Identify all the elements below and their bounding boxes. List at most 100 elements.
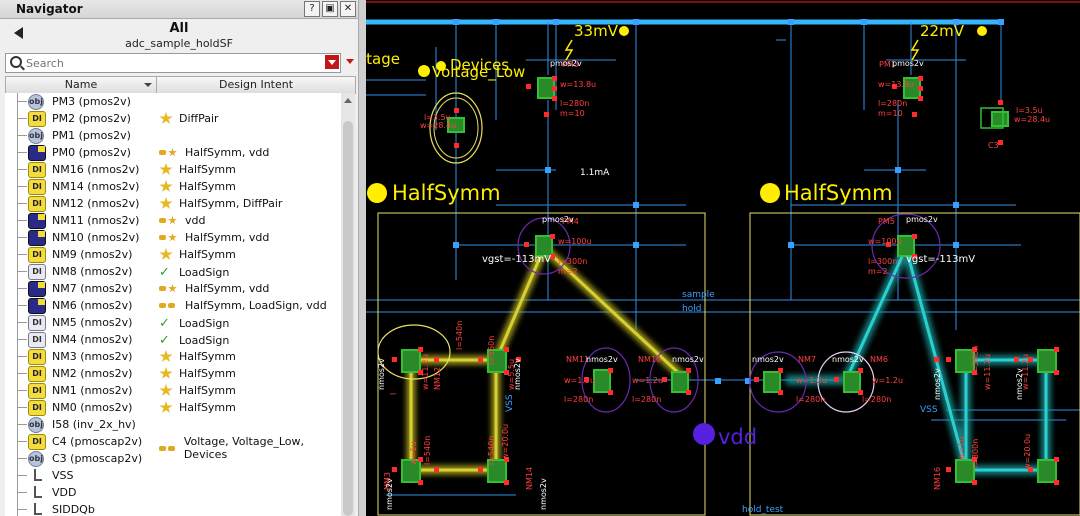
scroll-up-icon[interactable] (344, 98, 352, 103)
design-intent-cell: HalfSymm (159, 248, 236, 261)
check-icon: ✓ (159, 333, 170, 348)
scroll-thumb[interactable] (343, 121, 353, 516)
design-intent-label: DiffPair (179, 112, 219, 125)
tree-item[interactable]: DI NM3 (nmos2v) HalfSymm (5, 348, 341, 365)
tree-item-name: NM6 (nmos2v) (52, 299, 133, 312)
voltage-label: ltage (366, 50, 400, 68)
nm6-l: l=280n (862, 395, 891, 404)
tree-item[interactable]: obj PM1 (pmos2v) (5, 127, 341, 144)
pm1-w: w=13.8u (878, 80, 914, 89)
probe-33mv-dot (619, 26, 629, 36)
nm10-l: l=280n (632, 395, 661, 404)
instance-object-icon: obj (28, 94, 44, 110)
nm16-label: NM16 (933, 467, 942, 490)
tree-branch (17, 424, 27, 425)
tree-item[interactable]: DI NM2 (nmos2v) HalfSymm (5, 365, 341, 382)
tree-item[interactable]: DI NM9 (nmos2v) HalfSymm (5, 246, 341, 263)
tree-item[interactable]: PM0 (pmos2v) HalfSymm, vdd (5, 144, 341, 161)
float-button[interactable]: ▣ (322, 1, 338, 17)
tree-item[interactable]: NM11 (nmos2v) vdd (5, 212, 341, 229)
tree-item[interactable]: NM6 (nmos2v) HalfSymm, LoadSign, vdd (5, 297, 341, 314)
tree-branch (17, 509, 27, 510)
tree-item[interactable]: NM10 (nmos2v) HalfSymm, vdd (5, 229, 341, 246)
tree-branch (17, 203, 27, 204)
tree-branch (17, 407, 27, 408)
tree-item[interactable]: obj PM3 (pmos2v) (5, 93, 341, 110)
tree-branch (17, 356, 27, 357)
tree-branch (17, 305, 27, 306)
tree-item[interactable]: DI NM5 (nmos2v) ✓ LoadSign (5, 314, 341, 331)
tree-item[interactable]: DI NM4 (nmos2v) ✓ LoadSign (5, 331, 341, 348)
column-design-intent[interactable]: Design Intent (157, 77, 355, 93)
column-header: Name Design Intent (5, 76, 356, 94)
vss-right-label: VSS (920, 405, 938, 415)
tree-item[interactable]: VSS (5, 467, 341, 484)
tree-item[interactable]: DI PM2 (pmos2v) DiffPair (5, 110, 341, 127)
tree-item-name: I58 (inv_2x_hv) (52, 418, 136, 431)
instance-object-icon: obj (28, 417, 44, 433)
tree-item[interactable]: obj I58 (inv_2x_hv) (5, 416, 341, 433)
vgst-left-label: vgst=-113mV (482, 254, 551, 265)
tree-branch (17, 135, 27, 136)
star-icon (159, 367, 173, 379)
navigator-titlebar: Navigator ? ▣ ✕ (0, 0, 358, 19)
tree-item[interactable]: obj C3 (pmoscap2v) (5, 450, 341, 467)
pm1-m: m=10 (878, 109, 903, 118)
star-icon (159, 384, 173, 396)
design-intent-cell: HalfSymm, vdd (159, 231, 269, 244)
tree-item[interactable]: DI NM16 (nmos2v) HalfSymm (5, 161, 341, 178)
tree-branch (17, 237, 27, 238)
column-name[interactable]: Name (6, 77, 157, 93)
design-intent-label: HalfSymm (179, 384, 236, 397)
probe-33mv-label: 33mV (574, 22, 619, 40)
tree-item-name: PM0 (pmos2v) (52, 146, 131, 159)
pm4-w: w=100u (558, 237, 592, 246)
pm5-m: m=2 (868, 267, 888, 276)
instance-object-icon: obj (28, 451, 44, 467)
tree-item-name: VSS (52, 469, 74, 482)
tree-item[interactable]: VDD (5, 484, 341, 501)
star-icon (159, 197, 173, 209)
nm-r2-type: nmos2v (1015, 368, 1024, 400)
nm16-l: l=800n (971, 439, 980, 468)
search-input[interactable] (24, 54, 324, 72)
filter-dropdown-icon[interactable] (325, 55, 339, 69)
tree-branch (17, 152, 27, 153)
schematic-canvas[interactable]: 33mV 22mV ltage Devices Voltage_Low Half… (366, 0, 1080, 516)
tree-item[interactable]: DI NM12 (nmos2v) HalfSymm, DiffPair (5, 195, 341, 212)
tree-item[interactable]: DI NM1 (nmos2v) HalfSymm (5, 382, 341, 399)
tree-item[interactable]: DI C4 (pmoscap2v) Voltage, Voltage_Low, De… (5, 433, 341, 461)
tree-branch (17, 390, 27, 391)
close-button[interactable]: ✕ (340, 1, 356, 17)
tree-scrollbar[interactable] (341, 93, 355, 516)
options-menu-icon[interactable] (346, 59, 354, 64)
tree-item-name: NM3 (nmos2v) (52, 350, 133, 363)
nm-mid-type: nmos2v (513, 358, 522, 390)
nm3-l: l=540n (423, 436, 432, 465)
tree-branch (17, 288, 27, 289)
tree-item-name: NM0 (nmos2v) (52, 401, 133, 414)
design-intent-icon: DI (28, 111, 46, 127)
current-label: 1.1mA (580, 168, 610, 178)
tree-branch (17, 220, 27, 221)
design-intent-stacked-icon (28, 298, 46, 314)
nm7-l: l=280n (796, 395, 825, 404)
tree-item[interactable]: DI NM14 (nmos2v) HalfSymm (5, 178, 341, 195)
tree-item-name: NM7 (nmos2v) (52, 282, 133, 295)
tree-branch (17, 373, 27, 374)
tree-item[interactable]: DI NM8 (nmos2v) ✓ LoadSign (5, 263, 341, 280)
search-box[interactable] (5, 53, 341, 73)
nm6-w: w=1.2u (872, 376, 903, 385)
design-intent-label: HalfSymm, vdd (185, 146, 270, 159)
nm-r1-l: l=560n (971, 346, 980, 375)
help-button[interactable]: ? (304, 1, 320, 17)
vdd-dot (693, 423, 715, 445)
tree-item[interactable]: NM7 (nmos2v) HalfSymm, vdd (5, 280, 341, 297)
design-intent-label: HalfSymm, DiffPair (179, 197, 283, 210)
nm7-type: nmos2v (752, 355, 784, 364)
design-intent-icon: DI (28, 332, 46, 348)
tree-item[interactable]: SIDDQb (5, 501, 341, 516)
tree-item[interactable]: DI NM0 (nmos2v) HalfSymm (5, 399, 341, 416)
check-icon: ✓ (159, 265, 170, 280)
design-intent-icon: DI (28, 247, 46, 263)
